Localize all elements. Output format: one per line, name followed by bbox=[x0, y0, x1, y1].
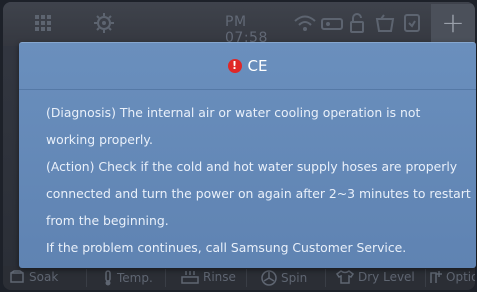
options-icon bbox=[430, 270, 442, 284]
option-label: Rinse bbox=[203, 270, 236, 284]
option-spin[interactable]: Spin bbox=[261, 270, 307, 286]
option-bar: Soak Temp. Rinse Spin Dry Level Options bbox=[3, 266, 475, 290]
soak-icon bbox=[9, 270, 25, 284]
dialog-header: ! CE bbox=[19, 43, 476, 90]
divider bbox=[165, 269, 166, 287]
wifi-icon bbox=[293, 14, 317, 36]
thermometer-icon bbox=[103, 270, 113, 286]
option-label: Spin bbox=[281, 271, 308, 285]
alert-icon: ! bbox=[227, 59, 242, 73]
spin-icon bbox=[261, 270, 277, 286]
divider bbox=[325, 269, 326, 287]
shirt-icon bbox=[336, 270, 354, 284]
error-code: CE bbox=[247, 57, 268, 75]
message-line: If the problem continues, call Samsung C… bbox=[46, 240, 407, 255]
message-line: connected and turn the power on again af… bbox=[46, 186, 471, 201]
divider bbox=[425, 269, 426, 287]
option-temp[interactable]: Temp. bbox=[103, 270, 153, 286]
dialog-message: (Diagnosis) The internal air or water co… bbox=[46, 99, 471, 261]
lock-icon bbox=[349, 13, 365, 37]
message-line: (Diagnosis) The internal air or water co… bbox=[46, 105, 421, 120]
grid-icon[interactable] bbox=[33, 13, 53, 37]
option-options[interactable]: Options bbox=[430, 270, 475, 284]
message-line: from the beginning. bbox=[46, 213, 169, 228]
option-soak[interactable]: Soak bbox=[9, 270, 58, 284]
option-dry-level[interactable]: Dry Level bbox=[336, 270, 415, 284]
notification-icon bbox=[403, 13, 421, 37]
status-bar: PM 07:58 + bbox=[3, 2, 475, 46]
basket-icon bbox=[375, 13, 395, 37]
gear-icon[interactable] bbox=[93, 12, 115, 38]
divider bbox=[86, 269, 87, 287]
error-dialog[interactable]: ! CE (Diagnosis) The internal air or wat… bbox=[19, 42, 476, 268]
add-button[interactable]: + bbox=[431, 4, 475, 44]
message-line: (Action) Check if the cold and hot water… bbox=[46, 159, 458, 174]
option-rinse[interactable]: Rinse bbox=[181, 270, 236, 284]
option-label: Options bbox=[446, 270, 475, 284]
option-label: Dry Level bbox=[358, 270, 415, 284]
option-label: Soak bbox=[29, 270, 59, 284]
remote-icon bbox=[321, 16, 343, 35]
divider bbox=[246, 269, 247, 287]
rinse-icon bbox=[181, 270, 199, 284]
message-line: working properly. bbox=[46, 132, 153, 147]
option-label: Temp. bbox=[117, 271, 153, 285]
